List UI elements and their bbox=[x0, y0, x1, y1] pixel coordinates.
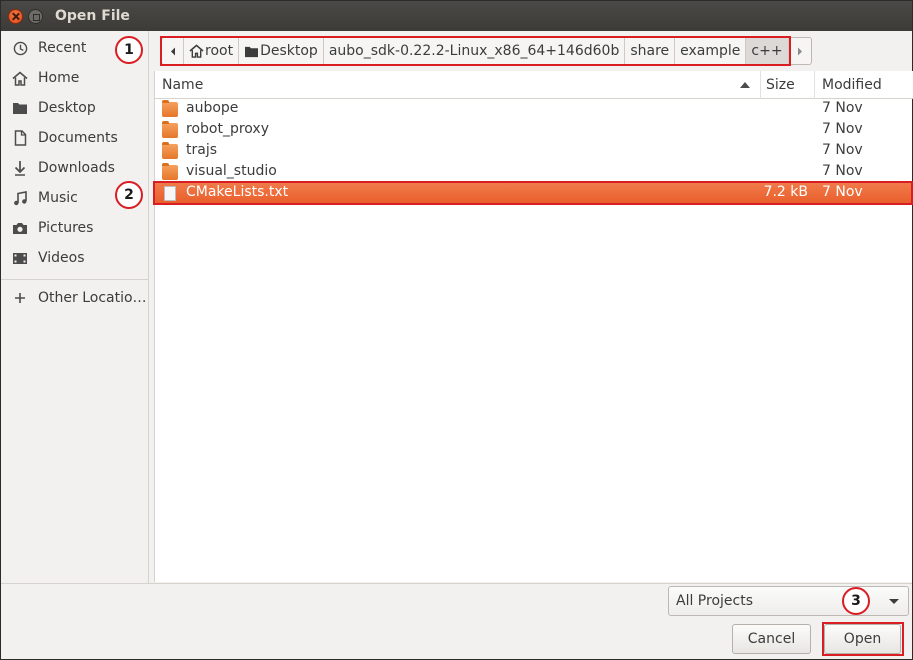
file-size: 7.2 kB bbox=[763, 184, 808, 200]
chevron-down-icon bbox=[889, 599, 899, 604]
sidebar-item-label: Documents bbox=[38, 130, 118, 146]
title-bar: Open File bbox=[1, 1, 912, 31]
annotation-badge-3: 3 bbox=[842, 587, 870, 615]
document-icon bbox=[11, 129, 29, 147]
crumb-cpp[interactable]: c++ bbox=[746, 38, 789, 64]
file-name: trajs bbox=[186, 142, 218, 158]
file-row-aubope[interactable]: aubope 7 Nov bbox=[155, 99, 913, 120]
desktop-folder-icon bbox=[245, 46, 259, 57]
sidebar-item-label: Recent bbox=[38, 40, 87, 56]
crumb-aubo-sdk[interactable]: aubo_sdk-0.22.2-Linux_x86_64+146d60b bbox=[324, 38, 626, 64]
sidebar-item-label: Music bbox=[38, 190, 78, 206]
sidebar-item-documents[interactable]: Documents bbox=[1, 124, 148, 152]
clock-icon bbox=[11, 39, 29, 57]
file-modified: 7 Nov bbox=[822, 142, 863, 158]
file-row-cmakelists[interactable]: CMakeLists.txt 7.2 kB 7 Nov bbox=[155, 183, 913, 204]
column-header-size[interactable]: Size bbox=[761, 71, 815, 99]
sidebar-item-label: Videos bbox=[38, 250, 85, 266]
plus-icon bbox=[11, 289, 29, 307]
folder-icon bbox=[162, 163, 178, 180]
camera-icon bbox=[11, 219, 29, 237]
file-row-robot-proxy[interactable]: robot_proxy 7 Nov bbox=[155, 120, 913, 141]
file-name: visual_studio bbox=[186, 163, 277, 179]
text-file-icon bbox=[164, 186, 176, 201]
file-row-visual-studio[interactable]: visual_studio 7 Nov bbox=[155, 162, 913, 183]
file-modified: 7 Nov bbox=[822, 121, 863, 137]
folder-icon bbox=[162, 121, 178, 138]
file-row-trajs[interactable]: trajs 7 Nov bbox=[155, 141, 913, 162]
sidebar-item-pictures[interactable]: Pictures bbox=[1, 214, 148, 242]
crumb-example[interactable]: example bbox=[675, 38, 747, 64]
sidebar-item-videos[interactable]: Videos bbox=[1, 244, 148, 272]
file-filter-value: All Projects bbox=[676, 593, 753, 609]
places-sidebar: Recent Home Desktop Documents Downloads bbox=[1, 31, 149, 583]
file-filter-select[interactable]: All Projects bbox=[668, 586, 909, 616]
file-modified: 7 Nov bbox=[822, 100, 863, 116]
home-icon bbox=[189, 44, 204, 58]
sidebar-item-label: Other Locatio… bbox=[38, 290, 147, 306]
sidebar-item-desktop[interactable]: Desktop bbox=[1, 94, 148, 122]
column-header-modified[interactable]: Modified bbox=[815, 71, 913, 99]
sidebar-item-downloads[interactable]: Downloads bbox=[1, 154, 148, 182]
annotation-badge-2: 2 bbox=[115, 181, 143, 209]
sidebar-item-home[interactable]: Home bbox=[1, 64, 148, 92]
sidebar-item-other-locations[interactable]: Other Locatio… bbox=[1, 284, 148, 312]
sidebar-item-label: Home bbox=[38, 70, 80, 86]
desktop-folder-icon bbox=[11, 99, 29, 117]
crumb-share[interactable]: share bbox=[625, 38, 676, 64]
music-icon bbox=[11, 189, 29, 207]
chevron-right-icon bbox=[797, 47, 802, 55]
file-modified: 7 Nov bbox=[822, 163, 863, 179]
sidebar-item-label: Downloads bbox=[38, 160, 115, 176]
path-bar: root Desktop aubo_sdk-0.22.2-Linux_x86_6… bbox=[161, 37, 812, 65]
column-header-row: Name Size Modified bbox=[155, 71, 913, 99]
file-name: aubope bbox=[186, 100, 239, 116]
sort-ascending-icon bbox=[740, 82, 750, 88]
file-name: CMakeLists.txt bbox=[186, 184, 289, 200]
path-scroll-left-button[interactable] bbox=[162, 38, 184, 64]
sidebar-item-label: Desktop bbox=[38, 100, 96, 116]
sidebar-divider bbox=[1, 279, 148, 280]
home-icon bbox=[11, 69, 29, 87]
file-name: robot_proxy bbox=[186, 121, 269, 137]
maximize-icon[interactable] bbox=[28, 9, 43, 24]
window-title: Open File bbox=[55, 8, 130, 24]
crumb-desktop[interactable]: Desktop bbox=[239, 38, 324, 64]
column-header-name[interactable]: Name bbox=[155, 71, 761, 99]
chevron-left-icon bbox=[170, 47, 175, 55]
video-icon bbox=[11, 249, 29, 267]
close-icon[interactable] bbox=[8, 9, 23, 24]
path-scroll-right-button[interactable] bbox=[789, 38, 811, 64]
folder-icon bbox=[162, 142, 178, 159]
cancel-button[interactable]: Cancel bbox=[732, 624, 811, 654]
annotation-badge-1: 1 bbox=[115, 36, 143, 64]
open-file-dialog: Open File Recent Home Desktop Documents bbox=[0, 0, 913, 660]
open-button[interactable]: Open bbox=[824, 624, 901, 654]
folder-icon bbox=[162, 100, 178, 117]
crumb-root[interactable]: root bbox=[184, 38, 240, 64]
file-modified: 7 Nov bbox=[822, 184, 863, 200]
download-icon bbox=[11, 159, 29, 177]
sidebar-item-label: Pictures bbox=[38, 220, 94, 236]
file-list[interactable]: Name Size Modified aubope 7 Nov robot_pr… bbox=[154, 71, 913, 582]
